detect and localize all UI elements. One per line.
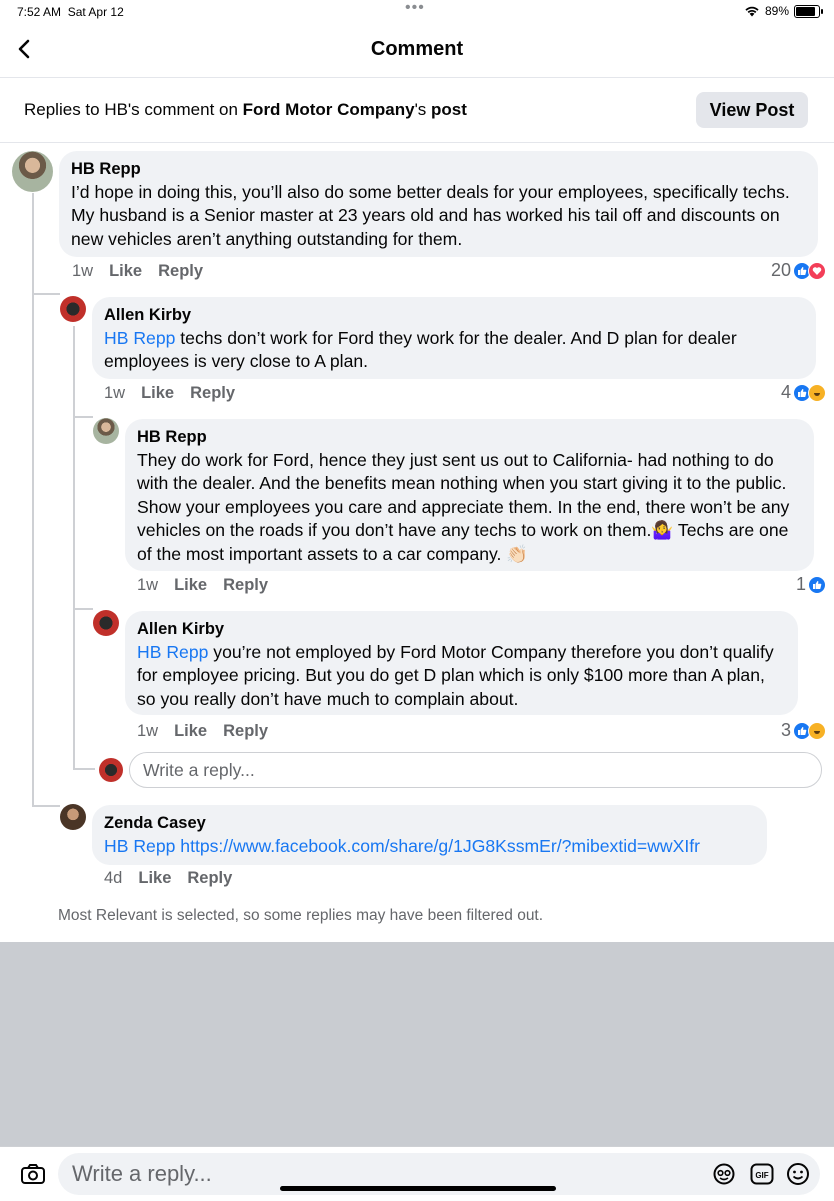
avatar[interactable] <box>93 418 119 444</box>
reaction-count: 20 <box>770 260 791 280</box>
comment-author[interactable]: Zenda Casey <box>104 813 755 833</box>
comment-time: 1w <box>137 576 159 594</box>
reply-composer: Write a reply... GIF <box>0 1146 834 1201</box>
mention-link[interactable]: HB Repp <box>104 836 175 856</box>
comment-bubble: Zenda Casey HB Repp https://www.facebook… <box>92 805 767 865</box>
comment-actions: 1w Like Reply <box>72 262 203 281</box>
thread-line <box>32 293 60 295</box>
reaction-summary[interactable]: 3 <box>781 720 826 741</box>
comment-bubble: HB Repp I’d hope in doing this, you’ll a… <box>59 151 818 257</box>
comment-actions: 1w Like Reply <box>137 722 268 741</box>
battery-icon <box>794 4 823 18</box>
reply-button[interactable]: Reply <box>223 722 268 741</box>
comment-bubble: Allen Kirby HB Repp techs don’t work for… <box>92 297 816 379</box>
thread-line <box>73 768 95 770</box>
comment-time: 4d <box>104 869 123 887</box>
thread-line <box>32 193 34 805</box>
comment-time: 1w <box>72 262 94 280</box>
filter-note: Most Relevant is selected, so some repli… <box>58 907 544 924</box>
replies-context: Replies to HB's comment on Ford Motor Co… <box>24 100 467 119</box>
comment-text: I’d hope in doing this, you’ll also do s… <box>71 182 790 249</box>
comment-bubble: Allen Kirby HB Repp you’re not employed … <box>125 611 798 715</box>
current-user-avatar <box>99 758 123 782</box>
status-bar: 7:52 AM Sat Apr 12 ••• 89% <box>0 0 834 24</box>
reaction-summary[interactable]: 4 <box>781 382 826 403</box>
mention-link[interactable]: HB Repp <box>104 328 175 348</box>
inline-reply-input[interactable]: Write a reply... <box>129 752 822 788</box>
view-post-button[interactable]: View Post <box>696 92 808 128</box>
haha-reaction-icon <box>808 383 826 402</box>
like-button[interactable]: Like <box>174 722 207 741</box>
avatar[interactable] <box>60 804 86 830</box>
post-link[interactable]: post <box>431 100 467 119</box>
comment-time: 1w <box>104 384 126 402</box>
reaction-count: 3 <box>780 720 791 740</box>
avatar[interactable] <box>60 296 86 322</box>
battery-percent: 89% <box>764 4 789 18</box>
empty-area <box>0 942 834 1146</box>
comment-bubble: HB Repp They do work for Ford, hence the… <box>125 419 814 571</box>
reply-button[interactable]: Reply <box>223 576 268 595</box>
gif-icon[interactable]: GIF <box>750 1163 774 1185</box>
comment-author[interactable]: Allen Kirby <box>137 619 786 639</box>
reaction-summary[interactable]: 1 <box>796 574 826 595</box>
reaction-count: 4 <box>780 382 791 402</box>
multitask-dots-icon[interactable]: ••• <box>405 0 425 17</box>
comment-time: 1w <box>137 722 159 740</box>
reply-button[interactable]: Reply <box>187 869 232 888</box>
svg-text:GIF: GIF <box>755 1171 768 1180</box>
status-right: 89% <box>744 4 823 18</box>
comment-actions: 4d Like Reply <box>104 869 232 888</box>
thread-line <box>73 608 93 610</box>
reaction-summary[interactable]: 20 <box>771 260 826 281</box>
replies-header: Replies to HB's comment on Ford Motor Co… <box>0 78 834 143</box>
like-button[interactable]: Like <box>141 384 174 403</box>
comment-text: HB Repp you’re not employed by Ford Moto… <box>137 642 774 709</box>
comment-text: HB Repp https://www.facebook.com/share/g… <box>104 835 755 858</box>
comment-text: HB Repp techs don’t work for Ford they w… <box>104 328 737 372</box>
comment-author[interactable]: Allen Kirby <box>104 305 804 325</box>
like-reaction-icon <box>808 575 826 594</box>
wifi-icon <box>745 6 759 17</box>
thread-line <box>73 416 93 418</box>
mention-link[interactable]: HB Repp <box>137 642 208 662</box>
comment-actions: 1w Like Reply <box>137 576 268 595</box>
love-reaction-icon <box>808 261 826 280</box>
comment-text: They do work for Ford, hence they just s… <box>137 450 790 564</box>
thread-line <box>73 326 75 768</box>
reply-button[interactable]: Reply <box>158 262 203 281</box>
comment-actions: 1w Like Reply <box>104 384 235 403</box>
reaction-count: 1 <box>795 574 806 594</box>
emoji-icon[interactable] <box>786 1162 810 1186</box>
reply-button[interactable]: Reply <box>190 384 235 403</box>
camera-icon[interactable] <box>20 1163 46 1185</box>
comment-author[interactable]: HB Repp <box>137 427 802 447</box>
shared-url-link[interactable]: https://www.facebook.com/share/g/1JG8Kss… <box>175 836 700 856</box>
haha-reaction-icon <box>808 721 826 740</box>
thread-line <box>32 805 60 807</box>
avatar-sticker-icon[interactable] <box>712 1163 736 1185</box>
page-title: Comment <box>370 38 464 60</box>
avatar[interactable] <box>93 610 119 636</box>
like-button[interactable]: Like <box>174 576 207 595</box>
page-name-link[interactable]: Ford Motor Company <box>243 100 415 119</box>
like-button[interactable]: Like <box>109 262 142 281</box>
home-indicator[interactable] <box>280 1186 556 1191</box>
avatar[interactable] <box>12 151 53 192</box>
like-button[interactable]: Like <box>138 869 171 888</box>
top-nav: Comment <box>0 24 834 78</box>
status-time: 7:52 AM Sat Apr 12 <box>17 5 124 19</box>
comment-author[interactable]: HB Repp <box>71 159 806 179</box>
